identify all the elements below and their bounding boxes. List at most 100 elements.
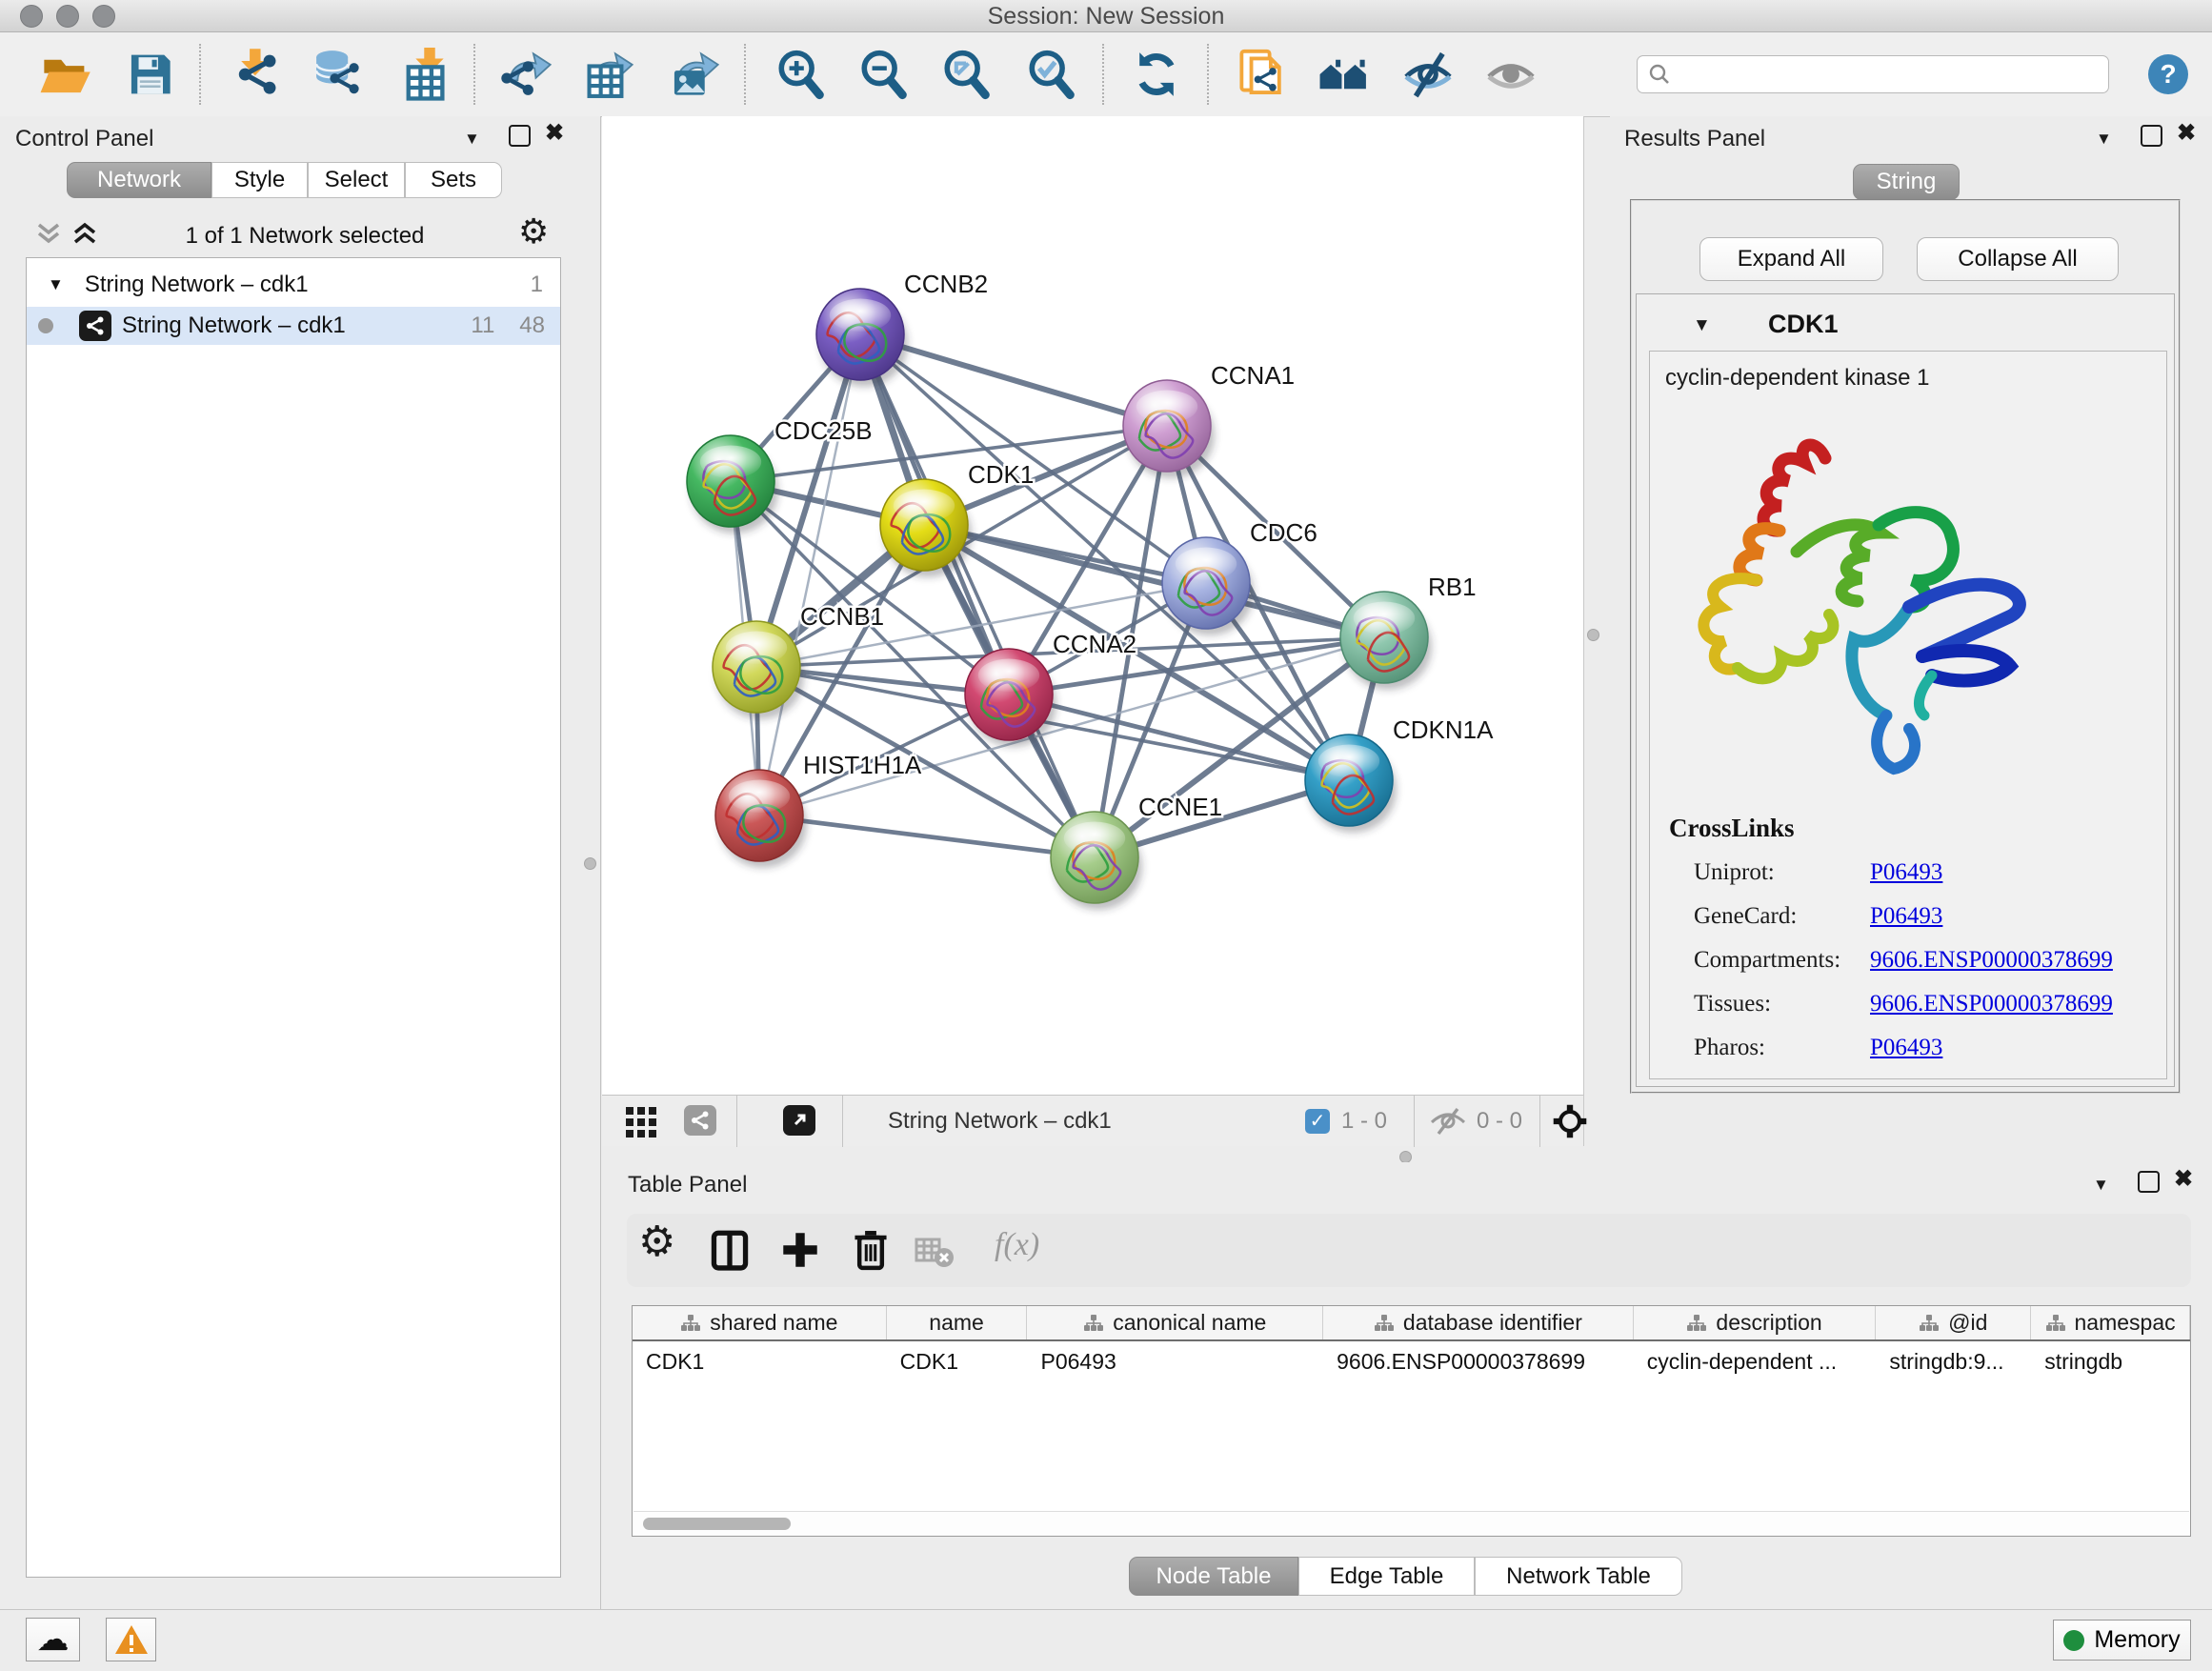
clone-network-view-icon[interactable] — [1236, 48, 1289, 101]
crosslink-link[interactable]: P06493 — [1870, 859, 1942, 886]
crosslink-link[interactable]: P06493 — [1870, 1035, 1942, 1061]
crosslink-link[interactable]: 9606.ENSP00000378699 — [1870, 991, 2113, 1017]
crosslink-row: Compartments:9606.ENSP00000378699 — [1694, 938, 2166, 982]
tree-expand-icon[interactable]: ▼ — [48, 275, 64, 294]
control-panel-close-icon[interactable]: ✖ — [545, 124, 564, 143]
table-panel-float-icon[interactable] — [2138, 1171, 2160, 1193]
scrollbar-thumb[interactable] — [643, 1518, 791, 1530]
results-panel-menu-icon[interactable]: ▼ — [2096, 130, 2112, 149]
zoom-fit-icon[interactable] — [939, 48, 993, 101]
zoom-in-icon[interactable] — [774, 48, 827, 101]
delete-table-icon[interactable] — [913, 1230, 955, 1272]
table-cell[interactable]: 9606.ENSP00000378699 — [1323, 1349, 1634, 1375]
search-input[interactable] — [1672, 61, 2085, 88]
hidden-eye-icon — [1429, 1107, 1467, 1136]
column-header-canonical-name[interactable]: canonical name — [1027, 1306, 1323, 1339]
network-graph[interactable]: CCNB2CCNA1CDC25BCDK1CDC6RB1CCNB1CCNA2CDK… — [602, 116, 1584, 1095]
export-image-icon[interactable] — [666, 48, 719, 101]
tab-node-table[interactable]: Node Table — [1129, 1557, 1298, 1596]
expand-all-button[interactable]: Expand All — [1699, 237, 1883, 281]
search-box[interactable] — [1637, 55, 2109, 93]
delete-column-icon[interactable] — [846, 1225, 895, 1275]
network-edge[interactable] — [759, 334, 860, 815]
crosslink-link[interactable]: P06493 — [1870, 903, 1942, 930]
window-title: Session: New Session — [0, 3, 2212, 30]
table-cell[interactable]: P06493 — [1028, 1349, 1324, 1375]
network-collection-row[interactable]: ▼ String Network – cdk1 1 — [27, 266, 560, 304]
network-node[interactable]: CCNE1 — [1051, 793, 1222, 910]
network-node[interactable]: RB1 — [1340, 573, 1477, 690]
tab-sets[interactable]: Sets — [405, 162, 502, 198]
control-panel-float-icon[interactable] — [509, 125, 531, 147]
column-header--id[interactable]: @id — [1876, 1306, 2031, 1339]
network-node[interactable]: HIST1H1A — [715, 751, 922, 868]
protein-collapse-icon[interactable]: ▼ — [1693, 315, 1711, 336]
column-header-database-identifier[interactable]: database identifier — [1323, 1306, 1634, 1339]
network-node[interactable]: CCNA1 — [1123, 361, 1295, 478]
hidden-counts: 0 - 0 — [1477, 1108, 1522, 1135]
table-cell[interactable]: stringdb — [2031, 1349, 2190, 1375]
table-settings-gear-icon[interactable]: ⚙ — [638, 1218, 688, 1267]
selected-checkbox[interactable]: ✓ — [1305, 1109, 1330, 1134]
network-edge[interactable] — [759, 815, 1095, 857]
splitter-handle[interactable] — [1587, 629, 1599, 641]
column-header-name[interactable]: name — [887, 1306, 1028, 1339]
tab-edge-table[interactable]: Edge Table — [1298, 1557, 1475, 1596]
import-database-icon[interactable] — [312, 48, 365, 101]
zoom-selected-icon[interactable] — [1024, 48, 1077, 101]
main-toolbar: ? — [0, 32, 2212, 117]
fit-selected-crosshair-icon[interactable] — [1551, 1102, 1589, 1140]
save-session-icon[interactable] — [123, 48, 176, 101]
crosslink-link[interactable]: 9606.ENSP00000378699 — [1870, 947, 2113, 974]
selected-counts: 1 - 0 — [1341, 1108, 1387, 1135]
table-cell[interactable]: stringdb:9... — [1876, 1349, 2031, 1375]
tab-string[interactable]: String — [1853, 164, 1960, 200]
export-network-icon[interactable] — [498, 48, 552, 101]
collapse-all-button[interactable]: Collapse All — [1917, 237, 2119, 281]
results-panel-float-icon[interactable] — [2141, 125, 2162, 147]
tab-style[interactable]: Style — [211, 162, 308, 198]
birds-eye-view-icon[interactable] — [625, 1106, 657, 1138]
network-node[interactable]: CCNB2 — [816, 270, 988, 387]
home-layout-icon[interactable] — [1317, 48, 1371, 101]
results-panel-close-icon[interactable]: ✖ — [2177, 124, 2196, 143]
show-all-icon[interactable] — [1484, 48, 1538, 101]
table-cell[interactable]: CDK1 — [887, 1349, 1028, 1375]
table-cell[interactable]: cyclin-dependent ... — [1634, 1349, 1877, 1375]
open-session-icon[interactable] — [38, 48, 91, 101]
refresh-view-icon[interactable] — [1130, 48, 1183, 101]
expand-all-icon[interactable] — [70, 221, 99, 248]
show-columns-icon[interactable] — [705, 1225, 754, 1275]
zoom-out-icon[interactable] — [856, 48, 910, 101]
hide-selected-icon[interactable] — [1401, 48, 1455, 101]
import-network-icon[interactable] — [231, 48, 285, 101]
tab-network-table[interactable]: Network Table — [1475, 1557, 1682, 1596]
memory-button[interactable]: Memory — [2053, 1620, 2191, 1661]
tab-network[interactable]: Network — [67, 162, 211, 198]
splitter-handle[interactable] — [584, 857, 596, 870]
open-in-new-window-icon[interactable] — [783, 1105, 815, 1136]
table-panel-menu-icon[interactable]: ▼ — [2093, 1176, 2109, 1195]
network-options-gear-icon[interactable]: ⚙ — [518, 211, 549, 252]
cloud-status-icon[interactable]: ☁ — [26, 1618, 80, 1661]
table-panel-close-icon[interactable]: ✖ — [2174, 1170, 2193, 1189]
help-icon[interactable]: ? — [2148, 54, 2188, 94]
tab-select[interactable]: Select — [308, 162, 405, 198]
network-node[interactable]: CDKN1A — [1305, 715, 1494, 833]
control-panel-menu-icon[interactable]: ▼ — [464, 130, 480, 149]
table-row[interactable]: CDK1CDK1P064939606.ENSP00000378699cyclin… — [633, 1341, 2190, 1382]
column-header-namespac[interactable]: namespac — [2031, 1306, 2190, 1339]
collapse-all-icon[interactable] — [34, 221, 63, 248]
add-column-icon[interactable] — [775, 1225, 825, 1275]
network-row-selected[interactable]: String Network – cdk1 11 48 — [27, 307, 560, 345]
import-table-icon[interactable] — [396, 48, 450, 101]
export-table-icon[interactable] — [580, 48, 633, 101]
network-canvas[interactable]: CCNB2CCNA1CDC25BCDK1CDC6RB1CCNB1CCNA2CDK… — [602, 116, 1584, 1095]
column-header-shared-name[interactable]: shared name — [633, 1306, 887, 1339]
function-builder-icon[interactable]: f(x) — [995, 1227, 1039, 1263]
network-overview-icon[interactable] — [684, 1105, 716, 1136]
horizontal-scrollbar[interactable] — [633, 1511, 2189, 1536]
warnings-icon[interactable] — [106, 1618, 156, 1661]
column-header-description[interactable]: description — [1634, 1306, 1877, 1339]
table-cell[interactable]: CDK1 — [633, 1349, 887, 1375]
